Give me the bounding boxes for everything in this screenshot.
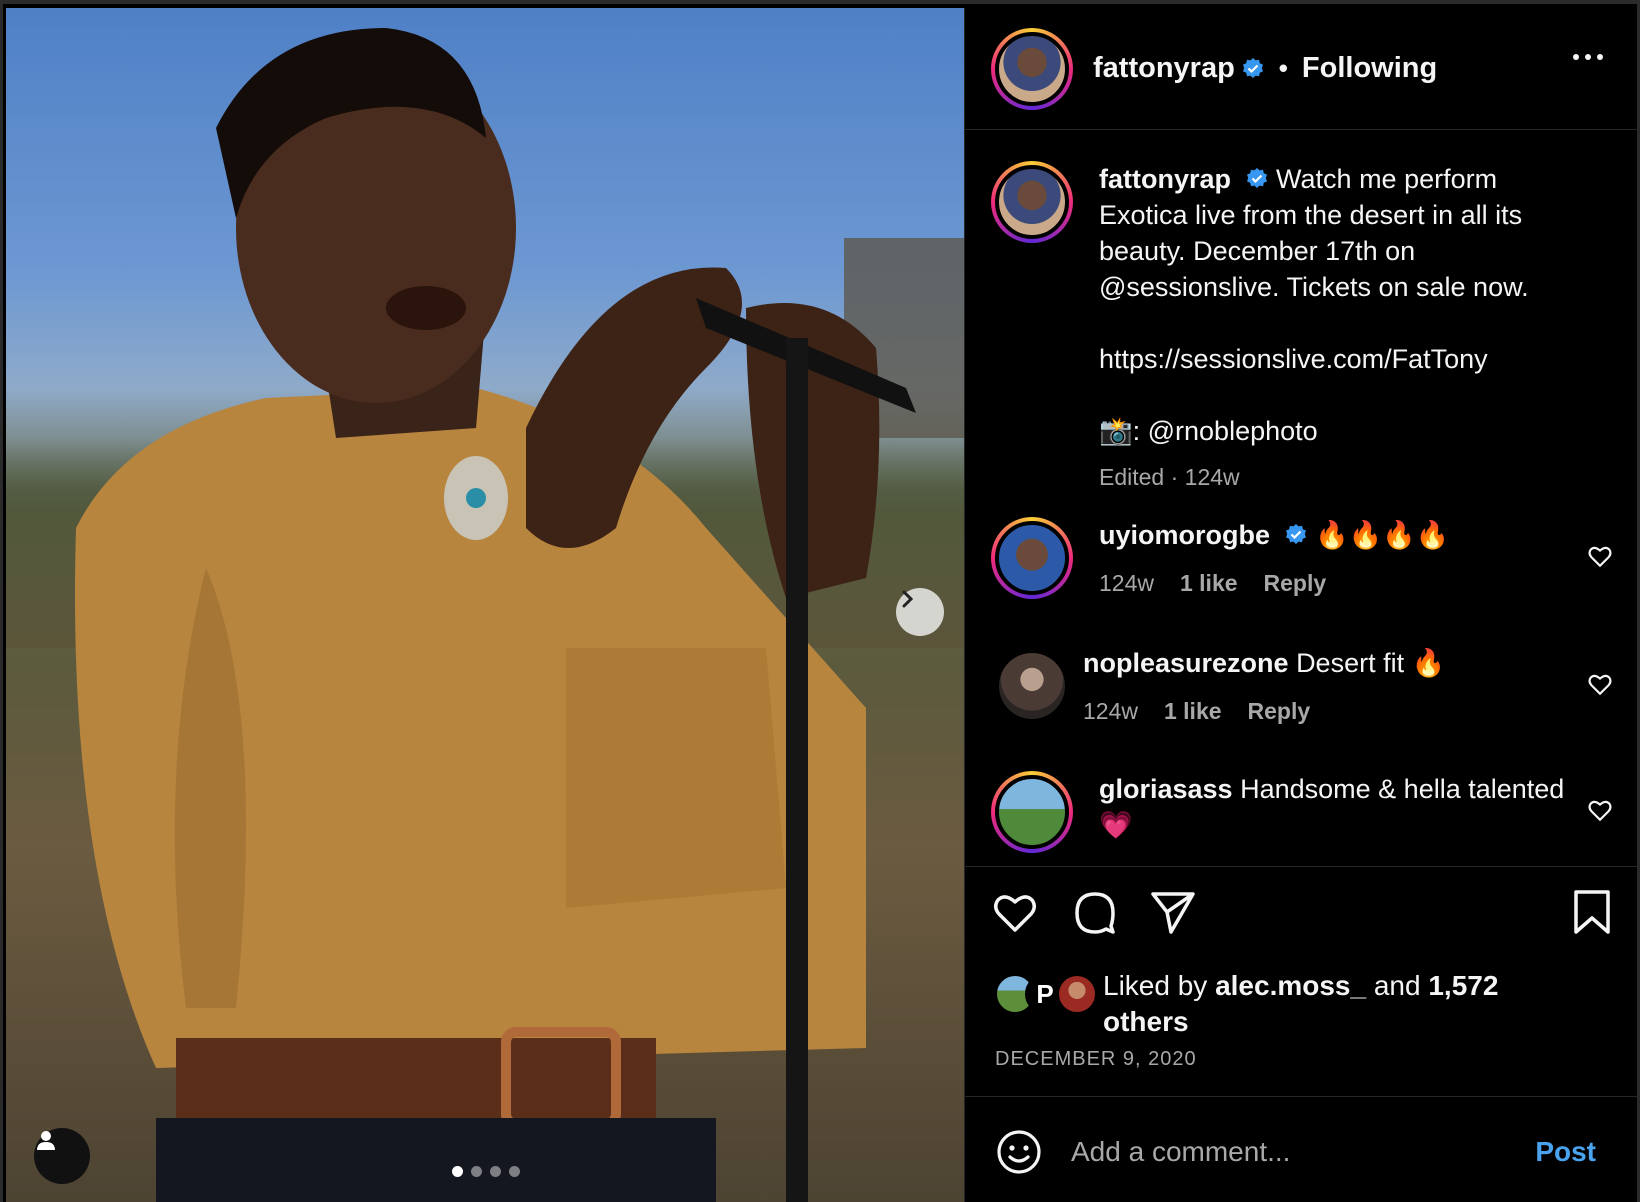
chevron-right-icon	[902, 590, 914, 608]
post-caption: fattonyrap Watch me perform Exotica live…	[991, 161, 1611, 495]
comment-input[interactable]	[1071, 1135, 1501, 1168]
comment-likes[interactable]: 1 like	[1180, 565, 1238, 601]
post-side-panel: fattonyrap • Following fattonyrap Watch …	[964, 8, 1638, 1202]
liked-by-user[interactable]: alec.moss_	[1215, 970, 1366, 1001]
carousel-next-button[interactable]	[896, 588, 944, 636]
comment-username[interactable]: nopleasurezone	[1083, 648, 1289, 678]
caption-link[interactable]: https://sessionslive.com/FatTony	[1099, 341, 1589, 377]
likes-count[interactable]: 1,572	[1428, 970, 1498, 1001]
carousel-indicator	[452, 1166, 520, 1177]
comment-item: gloriasass Handsome & hella talented 💗	[991, 771, 1621, 853]
send-plane-icon[interactable]	[1149, 888, 1197, 936]
carousel-dot	[490, 1166, 501, 1177]
comment-text: Desert fit 🔥	[1296, 648, 1446, 678]
heart-icon[interactable]	[1587, 797, 1613, 823]
caption-meta: Edited · 124w	[1099, 464, 1240, 490]
bookmark-icon[interactable]	[1571, 888, 1613, 936]
likes-summary[interactable]: P Liked by alec.moss_ and 1,572 others	[995, 970, 1555, 1040]
likes-text: Liked by alec.moss_ and 1,572 others	[1103, 970, 1499, 1037]
comment-likes[interactable]: 1 like	[1164, 693, 1222, 729]
carousel-dot	[452, 1166, 463, 1177]
following-button[interactable]: Following	[1302, 52, 1437, 85]
performer-illustration	[75, 28, 916, 1202]
user-tag-button[interactable]	[34, 1128, 90, 1184]
verified-badge-icon	[1242, 57, 1263, 78]
comment-username[interactable]: uyiomorogbe	[1099, 520, 1270, 550]
carousel-dot	[471, 1166, 482, 1177]
post-date: DECEMBER 9, 2020	[995, 1048, 1197, 1070]
comments-list[interactable]: fattonyrap Watch me perform Exotica live…	[965, 131, 1638, 867]
comment-text: 🔥🔥🔥🔥	[1315, 520, 1450, 550]
post-comment-button[interactable]: Post	[1535, 1136, 1596, 1168]
comment-bubble-icon[interactable]	[1071, 888, 1119, 936]
commenter-avatar[interactable]	[991, 771, 1073, 853]
liker-avatar	[1057, 974, 1097, 1014]
camera-flash-icon: 📸	[1099, 416, 1133, 446]
caption-username[interactable]: fattonyrap	[1099, 164, 1231, 194]
author-avatar[interactable]	[991, 27, 1073, 110]
commenter-avatar[interactable]	[999, 653, 1065, 719]
header-separator: •	[1278, 53, 1288, 83]
heart-icon[interactable]	[1587, 543, 1613, 569]
user-tag-icon	[37, 1131, 55, 1150]
comment-item: nopleasurezone Desert fit 🔥 124w 1 like …	[991, 645, 1621, 729]
comment-username[interactable]: gloriasass	[1099, 774, 1233, 804]
emoji-smile-icon[interactable]	[995, 1128, 1043, 1176]
caption-credit: 📸: @rnoblephoto	[1099, 413, 1589, 449]
heart-icon[interactable]	[991, 888, 1039, 936]
verified-badge-icon	[1285, 524, 1306, 544]
carousel-dot	[509, 1166, 520, 1177]
reply-button[interactable]: Reply	[1248, 693, 1311, 729]
post-header: fattonyrap • Following	[965, 8, 1637, 130]
post-photo[interactable]	[6, 8, 964, 1202]
verified-badge-icon	[1246, 168, 1267, 188]
photo-credit-mention[interactable]: : @rnoblephoto	[1133, 416, 1318, 446]
comment-item: uyiomorogbe 🔥🔥🔥🔥 124w 1 like Reply	[991, 517, 1621, 601]
commenter-avatar[interactable]	[991, 517, 1073, 599]
reply-button[interactable]: Reply	[1264, 565, 1327, 601]
caption-author-avatar[interactable]	[991, 161, 1073, 243]
heart-icon[interactable]	[1587, 671, 1613, 697]
post-actions	[991, 888, 1613, 940]
author-username[interactable]: fattonyrap	[1093, 52, 1235, 85]
app-window: fattonyrap • Following fattonyrap Watch …	[0, 0, 1640, 1202]
comment-age: 124w	[1099, 570, 1154, 596]
liker-avatars: P	[995, 972, 1099, 1014]
comment-age: 124w	[1083, 698, 1138, 724]
add-comment-bar: Post	[965, 1096, 1638, 1202]
more-options-icon[interactable]	[1573, 54, 1603, 60]
